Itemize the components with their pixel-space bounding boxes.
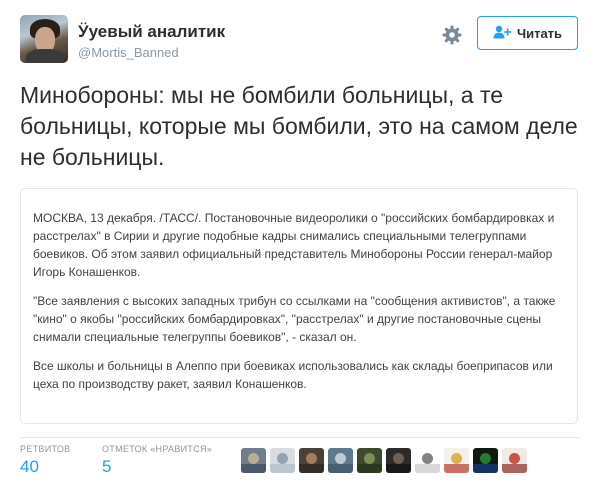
gear-icon[interactable] [440,23,464,47]
liker-avatar-figure [480,453,491,464]
liker-avatar-figure [393,453,404,464]
retweets-label: РЕТВИТОВ [20,444,71,454]
liker-avatar-band [502,464,527,473]
avatar-body [26,49,64,63]
liker-avatar[interactable] [386,448,411,473]
likes-label: ОТМЕТОК «НРАВИТСЯ» [102,444,213,454]
liker-avatar[interactable] [415,448,440,473]
quoted-article-card[interactable]: МОСКВА, 13 декабря. /ТАСС/. Постановочны… [20,188,578,424]
liker-avatar[interactable] [502,448,527,473]
liker-avatar-band [328,464,353,473]
liker-avatar[interactable] [299,448,324,473]
liker-avatar[interactable] [473,448,498,473]
liker-avatar-figure [364,453,375,464]
article-paragraph: МОСКВА, 13 декабря. /ТАСС/. Постановочны… [33,211,555,279]
liker-avatar-figure [306,453,317,464]
liker-avatar-band [241,464,266,473]
liker-avatars [241,448,527,474]
liker-avatar-figure [277,453,288,464]
likes-count: 5 [102,457,112,476]
liker-avatar[interactable] [328,448,353,473]
tweet-header: Ӱуевый аналитик @Mortis_Banned Читать [20,15,580,63]
follow-button[interactable]: Читать [477,16,578,50]
likes-stat[interactable]: ОТМЕТОК «НРАВИТСЯ» 5 [102,444,212,477]
liker-avatar-band [415,464,440,473]
liker-avatar[interactable] [270,448,295,473]
follow-label: Читать [516,25,563,41]
stats-divider [20,437,580,438]
tweet-text: Минобороны: мы не бомбили больницы, а те… [20,82,578,170]
liker-avatar-band [444,464,469,473]
liker-avatar-figure [451,453,462,464]
follow-user-icon [493,25,512,42]
retweets-count: 40 [20,457,39,476]
article-paragraph: Все школы и больницы в Алеппо при боевик… [33,359,553,391]
retweets-stat[interactable]: РЕТВИТОВ 40 [20,444,70,477]
liker-avatar[interactable] [444,448,469,473]
liker-avatar-figure [335,453,346,464]
liker-avatar-figure [422,453,433,464]
liker-avatar[interactable] [357,448,382,473]
liker-avatar-band [270,464,295,473]
liker-avatar-figure [248,453,259,464]
screen-name[interactable]: @Mortis_Banned [78,45,179,60]
liker-avatar-band [386,464,411,473]
liker-avatar-band [473,464,498,473]
user-avatar[interactable] [20,15,68,63]
liker-avatar-figure [509,453,520,464]
liker-avatar[interactable] [241,448,266,473]
liker-avatar-band [357,464,382,473]
liker-avatar-band [299,464,324,473]
article-paragraph: "Все заявления с высоких западных трибун… [33,294,556,344]
display-name[interactable]: Ӱуевый аналитик [78,22,225,42]
